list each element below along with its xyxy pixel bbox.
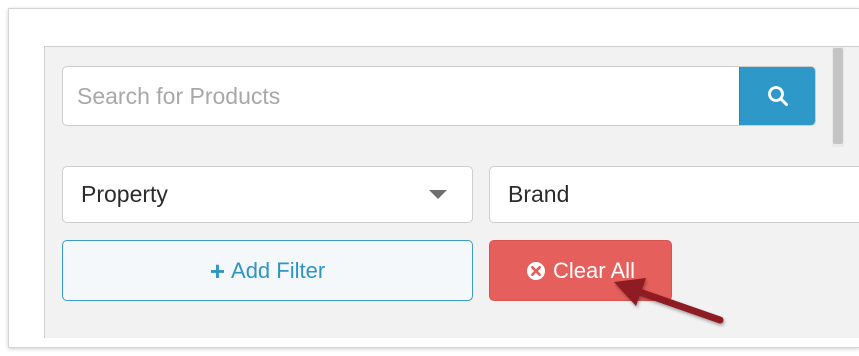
brand-select-value: Brand (508, 181, 570, 207)
search-icon (768, 86, 788, 106)
times-circle-icon (526, 261, 546, 281)
property-select[interactable]: Property (62, 166, 473, 223)
property-select-value: Property (81, 181, 168, 207)
add-filter-label: Add Filter (231, 257, 326, 283)
scrollbar-thumb[interactable] (833, 48, 843, 144)
annotation-arrow-icon (614, 278, 724, 324)
search-bar (62, 66, 816, 126)
search-button[interactable] (739, 67, 815, 125)
search-input[interactable] (63, 67, 739, 125)
chevron-down-icon (429, 190, 447, 199)
plus-icon: + (209, 255, 226, 286)
add-filter-button[interactable]: + Add Filter (62, 240, 473, 301)
brand-select[interactable]: Brand (489, 166, 859, 223)
